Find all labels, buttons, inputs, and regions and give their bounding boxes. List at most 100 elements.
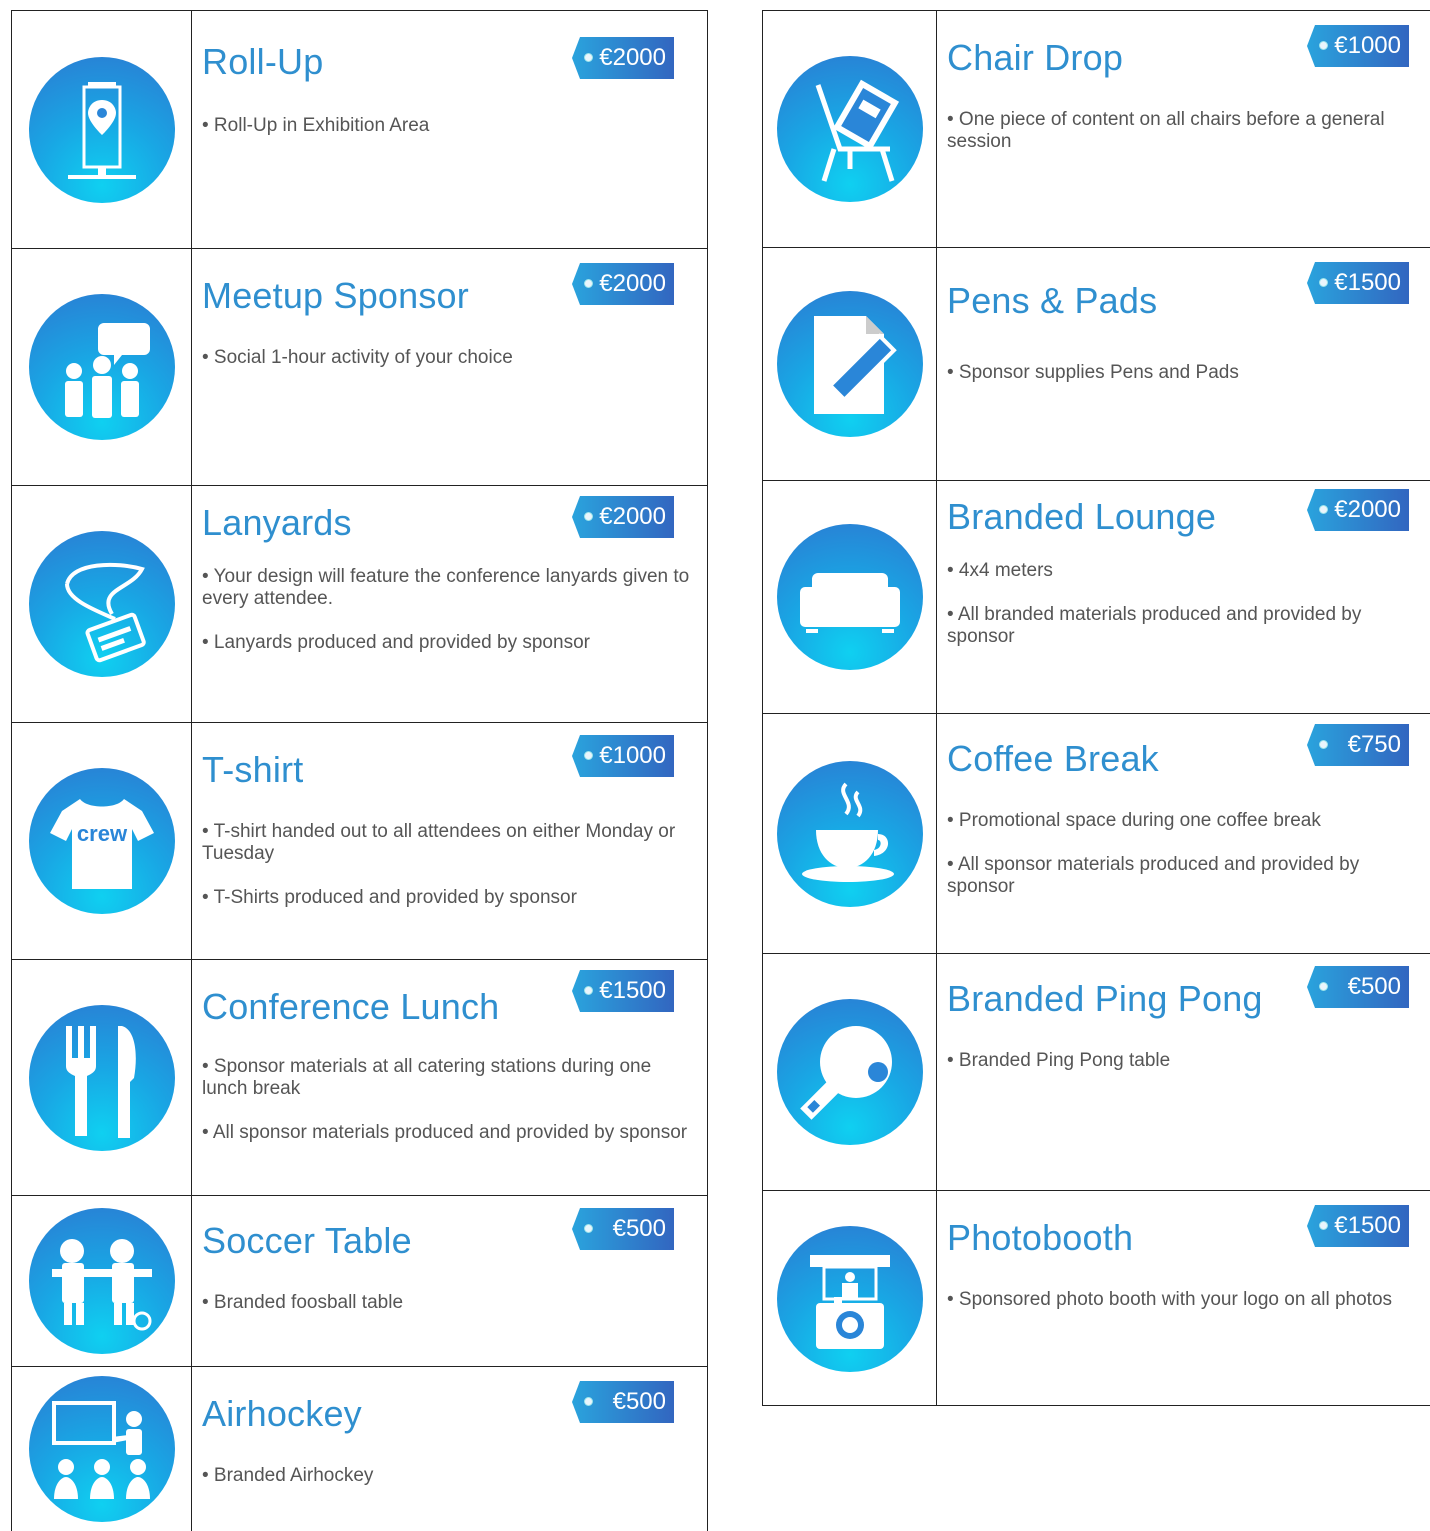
price-tag-hole-icon xyxy=(584,512,593,521)
price-tag: €1000 xyxy=(572,735,674,777)
price-value: €1500 xyxy=(1334,1212,1401,1239)
package-content: Meetup Sponsor €2000 • Social 1-hour activ… xyxy=(202,249,707,485)
package-row: Chair Drop €1000 • One piece of content on… xyxy=(763,11,1430,248)
package-title: Coffee Break xyxy=(947,738,1159,779)
package-row: Pens & Pads €1500 • Sponsor supplies Pens … xyxy=(763,248,1430,481)
package-bullets: • Social 1-hour activity of your choice xyxy=(202,347,699,391)
bullet-item: • Branded Ping Pong table xyxy=(947,1050,1171,1071)
package-title: Branded Lounge xyxy=(947,496,1217,537)
bullet-item: • T-Shirts produced and provided by spon… xyxy=(202,887,577,908)
bullet-item: • Your design will feature the conferenc… xyxy=(202,566,690,609)
price-tag-hole-icon xyxy=(1319,278,1328,287)
price-tag-hole-icon xyxy=(1319,982,1328,991)
package-row: Lanyards €2000 • Your design will feature … xyxy=(12,486,707,723)
package-icon-cell xyxy=(763,1191,937,1406)
package-title: Soccer Table xyxy=(202,1220,412,1261)
bullet-item: • Social 1-hour activity of your choice xyxy=(202,347,513,368)
package-bullets: • Sponsor materials at all catering stat… xyxy=(202,1056,699,1166)
package-content: Chair Drop €1000 • One piece of content on… xyxy=(947,11,1430,247)
package-content: Branded Ping Pong €500 • Branded Ping Pong… xyxy=(947,954,1430,1190)
price-tag: €1500 xyxy=(1307,1205,1409,1247)
coffee-cup-icon xyxy=(776,760,923,907)
price-tag-hole-icon xyxy=(1319,505,1328,514)
pen-pad-icon xyxy=(776,291,923,437)
price-tag: €500 xyxy=(572,1381,674,1423)
right-package-column: Chair Drop €1000 • One piece of content on… xyxy=(762,10,1430,1406)
meetup-people-icon xyxy=(28,294,175,440)
package-title: Photobooth xyxy=(947,1217,1134,1258)
bullet-item: • Sponsored photo booth with your logo o… xyxy=(947,1289,1393,1310)
package-title: Branded Ping Pong xyxy=(947,978,1263,1019)
package-icon-cell xyxy=(763,11,937,247)
price-tag: €1500 xyxy=(572,970,674,1012)
price-value: €1500 xyxy=(1334,269,1401,296)
package-title: Airhockey xyxy=(202,1393,362,1434)
price-value: €1500 xyxy=(599,977,666,1004)
bullet-item: • Sponsor supplies Pens and Pads xyxy=(947,362,1239,383)
package-bullets: • Roll-Up in Exhibition Area xyxy=(202,115,699,159)
price-tag: €2000 xyxy=(572,496,674,538)
package-bullets: • Branded Airhockey xyxy=(202,1465,699,1509)
package-content: Photobooth €1500 • Sponsored photo booth w… xyxy=(947,1191,1430,1406)
package-content: T-shirt €1000 • T-shirt handed out to all … xyxy=(202,723,707,959)
package-content: Lanyards €2000 • Your design will feature … xyxy=(202,486,707,722)
price-tag-hole-icon xyxy=(584,751,593,760)
package-content: Soccer Table €500 • Branded foosball table xyxy=(202,1196,707,1366)
fork-knife-icon xyxy=(28,1004,175,1151)
bullet-item: • Sponsor materials at all catering stat… xyxy=(202,1056,652,1099)
package-row: Soccer Table €500 • Branded foosball table xyxy=(12,1196,707,1367)
package-bullets: • Branded Ping Pong table xyxy=(947,1050,1423,1094)
presentation-audience-icon xyxy=(28,1376,175,1522)
bullet-item: • Lanyards produced and provided by spon… xyxy=(202,632,590,653)
package-row: Branded Lounge €2000 • 4x4 meters • All bra… xyxy=(763,481,1430,714)
bullet-item: • Branded foosball table xyxy=(202,1292,404,1313)
package-content: Roll-Up €2000 • Roll-Up in Exhibition Area xyxy=(202,11,707,248)
package-content: Conference Lunch €1500 • Sponsor materials… xyxy=(202,960,707,1195)
package-bullets: • Your design will feature the conferenc… xyxy=(202,566,699,676)
bullet-item: • All sponsor materials produced and pro… xyxy=(202,1122,688,1143)
package-content: Coffee Break €750 • Promotional space duri… xyxy=(947,714,1430,953)
package-icon-cell xyxy=(12,1367,192,1531)
price-tag: €2000 xyxy=(572,263,674,305)
price-tag-hole-icon xyxy=(584,1224,593,1233)
price-value: €500 xyxy=(1347,973,1401,1000)
price-tag-hole-icon xyxy=(584,279,593,288)
package-bullets: • One piece of content on all chairs bef… xyxy=(947,109,1423,175)
package-icon-cell xyxy=(763,954,937,1190)
bullet-item: • Promotional space during one coffee br… xyxy=(947,810,1321,831)
price-value: €2000 xyxy=(599,503,666,530)
price-tag-hole-icon xyxy=(1319,740,1328,749)
sofa-icon xyxy=(776,524,923,670)
package-icon-cell xyxy=(12,249,192,485)
package-row: Conference Lunch €1500 • Sponsor materials… xyxy=(12,960,707,1196)
price-value: €1000 xyxy=(599,742,666,769)
bullet-item: • All branded materials produced and pro… xyxy=(947,604,1362,647)
package-icon-cell: crew xyxy=(12,723,192,959)
package-title: Lanyards xyxy=(202,502,352,543)
price-value: €2000 xyxy=(1334,496,1401,523)
svg-text:crew: crew xyxy=(76,821,127,846)
price-tag-hole-icon xyxy=(584,986,593,995)
package-row: Roll-Up €2000 • Roll-Up in Exhibition Area xyxy=(12,11,707,249)
package-content: Pens & Pads €1500 • Sponsor supplies Pens … xyxy=(947,248,1430,480)
package-icon-cell xyxy=(12,1196,192,1366)
package-title: Meetup Sponsor xyxy=(202,275,469,316)
chair-drop-icon xyxy=(776,56,923,202)
package-icon-cell xyxy=(12,960,192,1195)
bullet-item: • One piece of content on all chairs bef… xyxy=(947,109,1385,152)
price-tag-hole-icon xyxy=(584,53,593,62)
price-tag: €500 xyxy=(572,1208,674,1250)
package-icon-cell xyxy=(763,481,937,713)
package-row: Meetup Sponsor €2000 • Social 1-hour activ… xyxy=(12,249,707,486)
left-package-column: Roll-Up €2000 • Roll-Up in Exhibition Area… xyxy=(11,10,708,1531)
price-value: €1000 xyxy=(1334,32,1401,59)
lanyard-badge-icon xyxy=(28,531,175,677)
package-content: Branded Lounge €2000 • 4x4 meters • All bra… xyxy=(947,481,1430,713)
tshirt-icon: crew xyxy=(28,768,175,914)
package-title: Conference Lunch xyxy=(202,986,500,1027)
foosball-players-icon xyxy=(28,1208,175,1354)
package-icon-cell xyxy=(12,11,192,248)
bullet-item: • Roll-Up in Exhibition Area xyxy=(202,115,430,136)
price-tag-hole-icon xyxy=(1319,1221,1328,1230)
package-title: Chair Drop xyxy=(947,37,1124,78)
